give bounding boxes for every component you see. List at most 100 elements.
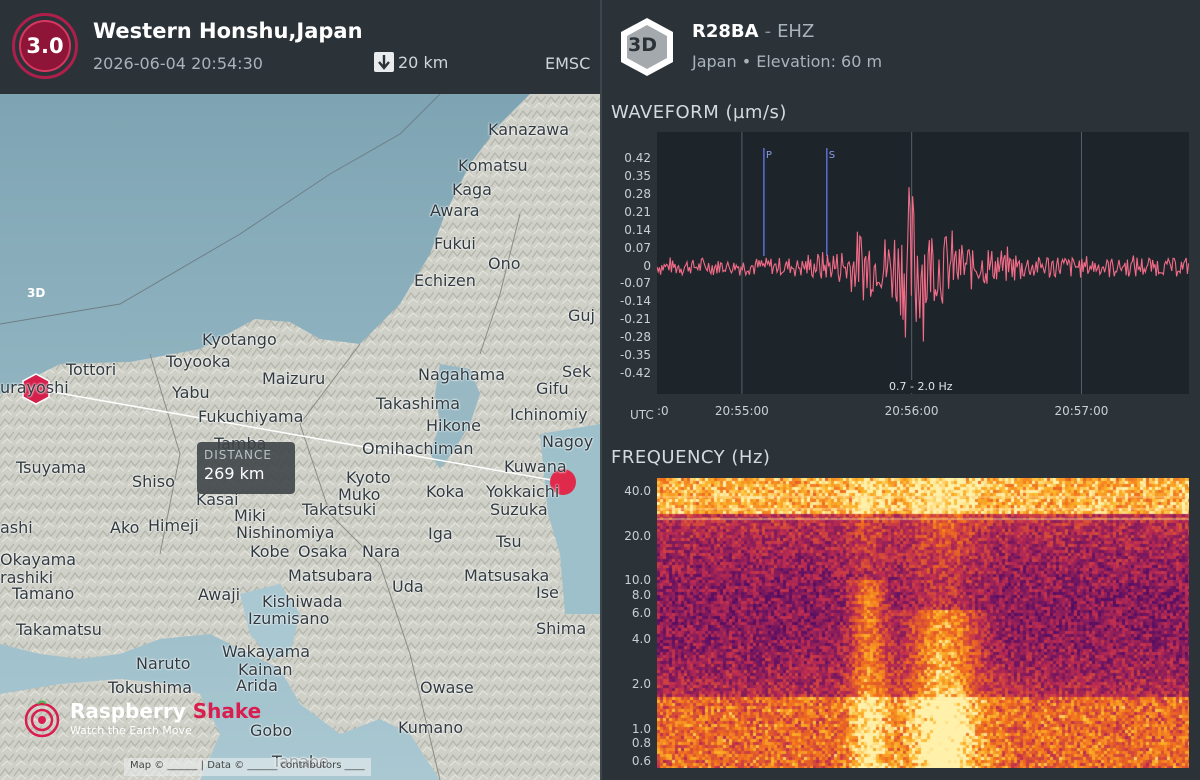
station-marker-label[interactable]: 3D [27, 286, 45, 300]
city-label: Ako [110, 518, 140, 537]
city-label: Ichinomiy [510, 405, 588, 424]
city-label: Tottori [66, 360, 117, 379]
y-tick-label: -0.07 [619, 276, 651, 291]
y-tick-label: 0.14 [624, 222, 651, 237]
station-header: 3D R28BA - EHZ Japan • Elevation: 60 m [602, 0, 1200, 94]
phase-label-p: P [766, 150, 772, 161]
city-label: Koka [426, 482, 465, 501]
logo-tagline: Watch the Earth Move [70, 724, 192, 737]
station-separator: - [764, 21, 772, 42]
magnitude-badge: 3.0 [12, 13, 78, 79]
station-subtitle: Japan • Elevation: 60 m [692, 52, 882, 71]
city-label: Nara [362, 542, 401, 561]
city-label: Matsubara [288, 566, 373, 585]
event-datetime: 2026-06-04 20:54:30 [93, 54, 263, 73]
freq-tick-label: 4.0 [631, 632, 651, 647]
city-label: Toyooka [166, 352, 231, 371]
spectrogram-plot[interactable] [657, 478, 1189, 768]
city-label: Hikone [426, 416, 481, 435]
city-label: Kyotango [202, 330, 277, 349]
spectrogram-canvas [657, 478, 1189, 768]
station-badge-text: 3D [628, 34, 657, 56]
city-label: Himeji [148, 516, 199, 535]
city-label: Takashima [376, 394, 461, 413]
station-code: R28BA [692, 21, 759, 42]
y-tick-label: -0.21 [619, 312, 651, 327]
city-label: Komatsu [458, 156, 528, 175]
city-label: ashi [0, 518, 33, 537]
filter-chip: 0.7 - 2.0 Hz [884, 380, 958, 393]
city-label: Wakayama [222, 642, 311, 661]
freq-tick-label: 6.0 [631, 606, 651, 621]
city-label: Kobe [250, 542, 290, 561]
city-label: Nagahama [418, 365, 506, 384]
city-label: Suzuka [490, 500, 548, 519]
freq-tick-label: 10.0 [624, 573, 651, 588]
city-label: Shiso [132, 472, 175, 491]
freq-tick-label: 0.6 [631, 754, 651, 769]
city-label: Kaga [452, 180, 492, 199]
waveform-utc-label: UTC [630, 408, 654, 422]
distance-value: 269 km [204, 464, 265, 483]
station-bullet: • [741, 52, 752, 71]
x-tick-label: :0 [657, 404, 669, 418]
y-tick-label: 0.07 [624, 240, 651, 255]
station-country: Japan [692, 52, 737, 71]
city-label: Tsuyama [16, 458, 87, 477]
city-label: Guj [568, 306, 595, 325]
logo-accent-text: Shake [192, 699, 262, 723]
distance-label: DISTANCE [204, 448, 272, 462]
city-label: Takamatsu [16, 620, 102, 639]
phase-label-s: S [829, 150, 835, 161]
logo-main-text: Raspberry [70, 699, 193, 723]
distance-tooltip: DISTANCE 269 km [197, 442, 295, 494]
city-label: Iga [428, 524, 453, 543]
y-tick-label: -0.35 [619, 348, 651, 363]
city-label: Nishinomiya [236, 523, 335, 542]
city-label: Fukuchiyama [198, 407, 304, 426]
city-label: Kanazawa [488, 120, 570, 139]
map[interactable]: Kanazawa Komatsu Kaga Awara Fukui Ono Ec… [0, 94, 600, 780]
freq-tick-label: 1.0 [631, 721, 651, 736]
city-label: urayoshi [0, 378, 69, 397]
depth-value: 20 km [398, 52, 449, 72]
event-header: 3.0 Western Honshu,Japan 2026-06-04 20:5… [0, 0, 600, 94]
y-tick-label: -0.42 [619, 366, 651, 381]
y-tick-label: -0.14 [619, 294, 651, 309]
city-label: Osaka [298, 542, 348, 561]
magnitude-value: 3.0 [19, 20, 71, 72]
city-label: Echizen [414, 271, 476, 290]
logo-wordmark: Raspberry Shake [70, 699, 261, 723]
city-label: Takatsuki [302, 500, 377, 519]
station-channel: EHZ [777, 21, 815, 42]
city-label: Kuwana [504, 457, 567, 476]
city-label: Owase [420, 678, 474, 697]
panel-divider [600, 0, 602, 780]
city-label: Uda [392, 577, 424, 596]
event-source: EMSC [545, 54, 591, 73]
y-tick-label: -0.28 [619, 330, 651, 345]
freq-tick-label: 8.0 [631, 587, 651, 602]
y-tick-label: 0 [643, 258, 651, 273]
y-tick-label: 0.28 [624, 186, 651, 201]
freq-tick-label: 0.8 [631, 735, 651, 750]
city-label: Yokkaichi [486, 482, 560, 501]
x-tick-label: 20:55:00 [714, 404, 769, 418]
city-label: Ono [488, 254, 521, 273]
city-label: Tokushima [108, 678, 193, 697]
station-elevation: Elevation: 60 m [756, 52, 883, 71]
freq-tick-label: 20.0 [624, 528, 651, 543]
city-label: Okayama [0, 550, 77, 569]
x-tick-label: 20:56:00 [884, 404, 939, 418]
raspberry-shake-icon [24, 700, 60, 738]
map-attribution[interactable]: Map © ______ | Data © ______ contributor… [124, 758, 371, 776]
raspberry-shake-logo[interactable]: Raspberry Shake Watch the Earth Move [22, 698, 261, 738]
waveform-plot[interactable]: PS [657, 132, 1189, 394]
city-label: Izumisano [248, 609, 330, 628]
waveform-trace [657, 187, 1189, 342]
city-label: Kumano [398, 718, 464, 737]
x-tick-label: 20:57:00 [1054, 404, 1109, 418]
city-label: Arida [236, 676, 278, 695]
freq-tick-label: 2.0 [631, 676, 651, 691]
station-code-line: R28BA - EHZ [692, 21, 814, 42]
